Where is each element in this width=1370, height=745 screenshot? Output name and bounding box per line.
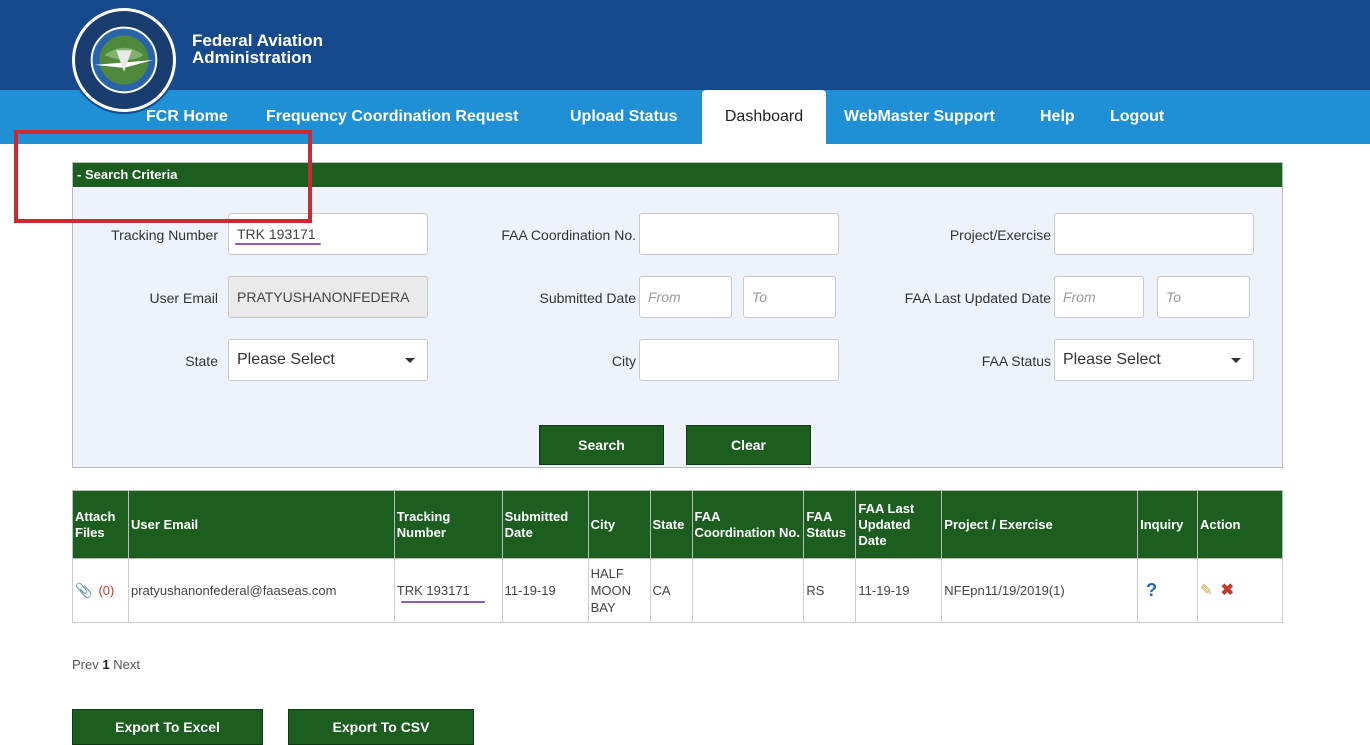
state-label: State (185, 353, 218, 369)
nav-dashboard[interactable]: Dashboard (702, 90, 826, 146)
paperclip-icon[interactable]: 📎 (75, 582, 92, 598)
pager-prev[interactable]: Prev (72, 657, 99, 672)
submitted-date-label: Submitted Date (539, 290, 637, 306)
chevron-down-icon (1231, 358, 1241, 363)
col-submitted-date[interactable]: Submitted Date (501, 490, 589, 559)
delete-x-icon[interactable]: ✖ (1221, 582, 1234, 599)
pager-current-page[interactable]: 1 (102, 657, 109, 672)
handwritten-underline (400, 601, 485, 603)
col-faa-last-updated[interactable]: FAA Last Updated Date (855, 490, 943, 559)
nav-upload-status[interactable]: Upload Status (570, 90, 678, 144)
col-city[interactable]: City (587, 490, 651, 559)
col-inquiry[interactable]: Inquiry (1137, 490, 1199, 559)
col-faa-status[interactable]: FAA Status (803, 490, 857, 559)
faa-status-select-value: Please Select (1063, 351, 1161, 368)
faa-coordination-input[interactable] (639, 213, 839, 255)
nav-logout[interactable]: Logout (1110, 90, 1164, 144)
project-exercise-input[interactable] (1054, 213, 1254, 255)
table-header-row: Attach Files User Email Tracking Number … (72, 490, 1283, 559)
cell-state: CA (649, 558, 693, 623)
cell-action: ✎ ✖ (1197, 558, 1283, 623)
agency-name-line2: Administration (192, 48, 312, 67)
state-select-value: Please Select (237, 351, 335, 368)
col-user-email[interactable]: User Email (127, 490, 395, 559)
project-exercise-label: Project/Exercise (949, 227, 1051, 243)
col-faa-coordination[interactable]: FAA Coordination No. (691, 490, 805, 559)
faa-seal-logo[interactable] (72, 8, 176, 112)
pager-next[interactable]: Next (113, 657, 140, 672)
cell-inquiry: ? (1137, 558, 1199, 623)
highlight-annotation-box (14, 130, 312, 223)
cell-tracking-number[interactable]: TRK 193171 (393, 558, 503, 623)
handwritten-underline (235, 243, 321, 245)
faa-last-updated-from[interactable]: From (1054, 276, 1144, 318)
cell-faa-last-updated: 11-19-19 (855, 558, 943, 623)
col-action[interactable]: Action (1197, 490, 1283, 559)
agency-name[interactable]: Federal Aviation Administration (192, 32, 323, 66)
cell-city: HALF MOON BAY (587, 558, 651, 623)
pagination: Prev 1 Next (72, 657, 140, 672)
faa-coordination-label: FAA Coordination No. (501, 227, 636, 243)
nav-help[interactable]: Help (1040, 90, 1075, 144)
attach-count[interactable]: (0) (98, 583, 114, 598)
faa-seal-icon (76, 12, 172, 108)
col-project-exercise[interactable]: Project / Exercise (941, 490, 1139, 559)
cell-submitted-date: 11-19-19 (501, 558, 589, 623)
nav-webmaster-support[interactable]: WebMaster Support (844, 90, 995, 144)
col-attach-files[interactable]: Attach Files (72, 490, 129, 559)
tracking-number-link[interactable]: TRK 193171 (397, 583, 470, 598)
faa-last-updated-label: FAA Last Updated Date (904, 290, 1051, 306)
chevron-down-icon (405, 358, 415, 363)
city-label: City (611, 353, 636, 369)
edit-pencil-icon[interactable]: ✎ (1200, 582, 1213, 599)
user-email-label: User Email (149, 290, 218, 306)
cell-faa-status: RS (803, 558, 857, 623)
search-button[interactable]: Search (539, 425, 664, 465)
col-tracking-number[interactable]: Tracking Number (393, 490, 503, 559)
state-select[interactable]: Please Select (228, 339, 428, 381)
cell-project-exercise: NFEpn11/19/2019(1) (941, 558, 1139, 623)
export-csv-button[interactable]: Export To CSV (288, 709, 474, 745)
clear-button[interactable]: Clear (686, 425, 811, 465)
city-input[interactable] (639, 339, 839, 381)
site-header: Federal Aviation Administration (0, 0, 1370, 90)
agency-name-line1: Federal Aviation (192, 31, 323, 50)
export-excel-button[interactable]: Export To Excel (72, 709, 263, 745)
submitted-date-from[interactable]: From (639, 276, 732, 318)
table-row: 📎 (0) pratyushanonfederal@faaseas.com TRK… (72, 558, 1283, 623)
question-icon[interactable]: ? (1140, 580, 1157, 600)
faa-status-label: FAA Status (981, 353, 1051, 369)
faa-last-updated-to[interactable]: To (1157, 276, 1250, 318)
faa-status-select[interactable]: Please Select (1054, 339, 1254, 381)
cell-user-email: pratyushanonfederal@faaseas.com (127, 558, 395, 623)
results-table: Attach Files User Email Tracking Number … (72, 490, 1283, 623)
cell-attach[interactable]: 📎 (0) (72, 558, 129, 623)
user-email-input[interactable]: PRATYUSHANONFEDERA (228, 276, 428, 318)
cell-faa-coordination (691, 558, 805, 623)
submitted-date-to[interactable]: To (743, 276, 836, 318)
col-state[interactable]: State (649, 490, 693, 559)
